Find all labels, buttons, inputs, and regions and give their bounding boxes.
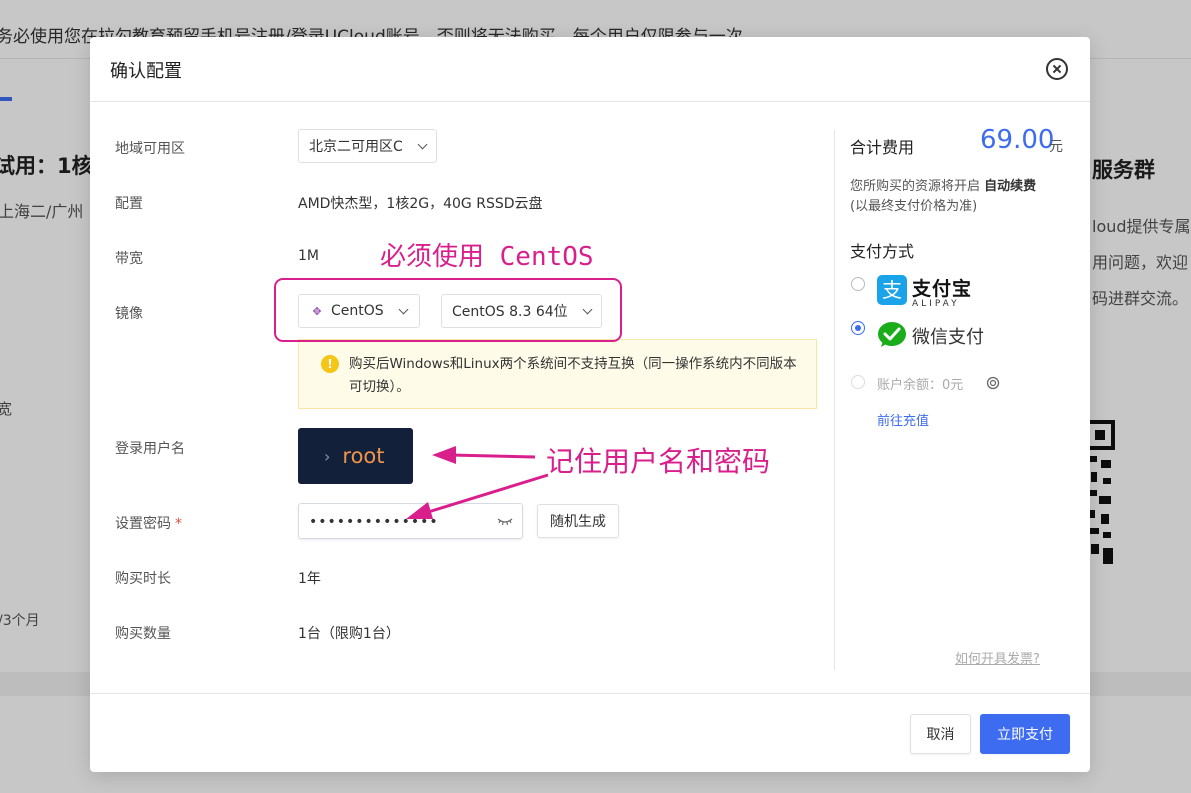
config-label: 配置 bbox=[115, 196, 143, 212]
bandwidth-label: 带宽 bbox=[115, 251, 143, 267]
image-label: 镜像 bbox=[115, 306, 143, 322]
quantity-label: 购买数量 bbox=[115, 626, 171, 642]
warning-icon: ! bbox=[321, 355, 339, 373]
config-value: AMD快杰型，1核2G，40G RSSD云盘 bbox=[298, 196, 543, 212]
total-unit: 元 bbox=[1049, 139, 1063, 155]
required-mark: * bbox=[175, 516, 182, 532]
region-value: 北京二可用区C bbox=[309, 139, 403, 155]
chevron-down-icon bbox=[417, 139, 428, 150]
renew-bold: 自动续费 bbox=[984, 179, 1037, 194]
cancel-button[interactable]: 取消 bbox=[910, 714, 971, 754]
alipay-logo-icon[interactable]: 支 bbox=[877, 275, 907, 305]
image-warning-text: 购买后Windows和Linux两个系统间不支持互换（同一操作系统内不同版本可切… bbox=[349, 356, 797, 395]
password-label: 设置密码 * bbox=[115, 513, 182, 533]
refresh-icon[interactable] bbox=[986, 376, 1000, 390]
auto-renew-note: 您所购买的资源将开启 自动续费 (以最终支付价格为准) bbox=[850, 177, 1080, 217]
generate-password-button[interactable]: 随机生成 bbox=[537, 504, 619, 538]
total-amount: 69.00 bbox=[980, 125, 1055, 155]
balance-radio bbox=[851, 375, 865, 389]
wechat-pay-label[interactable]: 微信支付 bbox=[912, 323, 984, 349]
dialog-header: 确认配置 bbox=[90, 37, 1090, 102]
password-field[interactable] bbox=[298, 503, 523, 539]
payment-method-title: 支付方式 bbox=[850, 242, 915, 261]
renew-suffix: (以最终支付价格为准) bbox=[850, 199, 978, 214]
bandwidth-value: 1M bbox=[298, 248, 319, 264]
eye-closed-icon[interactable] bbox=[497, 514, 513, 528]
balance-label: 账户余额：0元 bbox=[877, 378, 964, 393]
alipay-sublabel: ALIPAY bbox=[912, 299, 960, 309]
region-label: 地域可用区 bbox=[115, 141, 185, 157]
password-label-text: 设置密码 bbox=[115, 516, 171, 532]
wechat-pay-icon[interactable] bbox=[877, 321, 907, 349]
centos-annotation: 必须使用 CentOS bbox=[380, 242, 594, 272]
recharge-link[interactable]: 前往充值 bbox=[877, 410, 929, 429]
invoice-help-link[interactable]: 如何开具发票? bbox=[955, 648, 1040, 667]
image-warning-box: ! 购买后Windows和Linux两个系统间不支持互换（同一操作系统内不同版本… bbox=[298, 339, 817, 409]
close-icon[interactable] bbox=[1046, 58, 1068, 80]
centos-highlight-box bbox=[274, 278, 622, 342]
renew-prefix: 您所购买的资源将开启 bbox=[850, 179, 981, 194]
dialog-title: 确认配置 bbox=[110, 61, 182, 82]
login-user-label: 登录用户名 bbox=[115, 441, 185, 457]
terminal-prompt-icon: › bbox=[324, 446, 331, 466]
credentials-annotation: 记住用户名和密码 bbox=[546, 445, 771, 478]
alipay-radio[interactable] bbox=[851, 277, 865, 291]
duration-value: 1年 bbox=[298, 571, 321, 587]
total-label: 合计费用 bbox=[850, 138, 915, 157]
duration-label: 购买时长 bbox=[115, 571, 171, 587]
footer-divider bbox=[90, 693, 1090, 694]
password-input[interactable] bbox=[307, 510, 491, 534]
alipay-label[interactable]: 支付宝 bbox=[912, 274, 972, 301]
login-user-value: root bbox=[342, 444, 385, 468]
region-select[interactable]: 北京二可用区C bbox=[298, 129, 437, 163]
confirm-config-dialog: 确认配置 地域可用区 北京二可用区C 配置 AMD快杰型，1核2G，40G RS… bbox=[90, 37, 1090, 772]
wechat-pay-radio[interactable] bbox=[851, 321, 865, 335]
column-divider bbox=[834, 130, 835, 670]
login-user-display: › root bbox=[298, 428, 413, 484]
quantity-value: 1台（限购1台） bbox=[298, 626, 400, 642]
pay-now-button[interactable]: 立即支付 bbox=[980, 714, 1070, 754]
